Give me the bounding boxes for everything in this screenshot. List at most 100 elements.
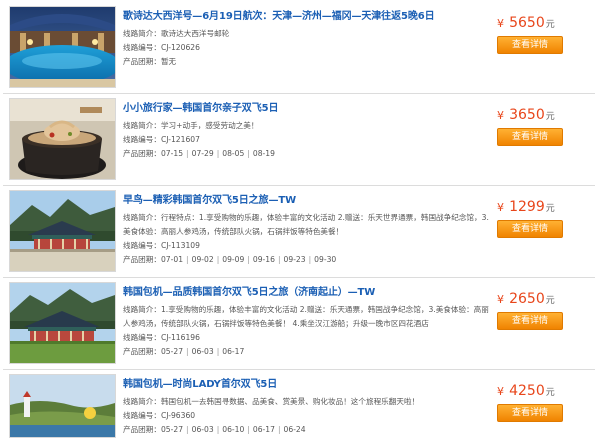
tour-info: 早鸟—精彩韩国首尔双飞5日之旅—TW 线路简介：行程特点：1.享受购物的乐趣，体… bbox=[123, 194, 493, 267]
tour-title-link[interactable]: 早鸟—精彩韩国首尔双飞5日之旅—TW bbox=[123, 194, 493, 208]
view-details-button[interactable]: 查看详情 bbox=[497, 128, 563, 146]
date-item: 07-15 bbox=[160, 149, 184, 158]
date-item: 09-23 bbox=[283, 255, 306, 264]
date-item: 06-03 bbox=[191, 425, 214, 434]
tour-code: CJ-120626 bbox=[160, 43, 200, 52]
date-item: 09-16 bbox=[252, 255, 275, 264]
intro-label: 线路简介： bbox=[123, 121, 161, 130]
tour-code-row: 线路编号：CJ-96360 bbox=[123, 409, 493, 423]
tour-meta: 线路简介：韩国包机一去韩国寻数据、品美食、赏美景、购化妆品！这个旅程乐翻天啦！ … bbox=[123, 395, 493, 437]
date-item: 06-03 bbox=[191, 347, 214, 356]
date-separator: | bbox=[247, 425, 250, 434]
tour-title-link[interactable]: 韩国包机—时尚LADY首尔双飞5日 bbox=[123, 378, 493, 392]
dates-label: 产品团期： bbox=[123, 425, 161, 434]
date-item: 05-27 bbox=[160, 425, 184, 434]
price-value: 4250 bbox=[509, 383, 545, 399]
price-unit: 元 bbox=[545, 204, 555, 214]
date-separator: | bbox=[216, 347, 220, 356]
date-item: 暂无 bbox=[160, 57, 177, 66]
tour-meta: 线路简介：1.享受购物的乐趣，体验丰富的文化活动 2.赠送：乐天通票，韩国战争纪… bbox=[123, 303, 493, 359]
price-value: 3650 bbox=[509, 107, 545, 123]
price-panel: ¥ 3650元 查看详情 bbox=[497, 106, 571, 146]
date-item: 05-27 bbox=[160, 347, 184, 356]
tour-intro: 韩国包机一去韩国寻数据、品美食、赏美景、购化妆品！这个旅程乐翻天啦！ bbox=[160, 397, 420, 406]
tour-code-row: 线路编号：CJ-120626 bbox=[123, 41, 493, 55]
date-item: 08-19 bbox=[252, 149, 275, 158]
tour-dates-row: 产品团期：07-01 | 09-02 | 09-09 | 09-16 | 09-23 | 09-30 bbox=[123, 253, 493, 267]
tour-intro: 学习+动手，感受劳动之美！ bbox=[160, 121, 259, 130]
tour-meta: 线路简介：行程特点：1.享受购物的乐趣，体验丰富的文化活动 2.赠送：乐天世界通… bbox=[123, 211, 493, 267]
date-item: 09-09 bbox=[222, 255, 245, 264]
price-value: 5650 bbox=[509, 15, 545, 31]
view-details-button[interactable]: 查看详情 bbox=[497, 36, 563, 54]
tour-dates: 05-27 | 06-03 | 06-17 bbox=[161, 347, 244, 356]
list-item: 歌诗达大西洋号—6月19日航次：天津—济州—福冈—天津往返5晚6日 线路简介：歌… bbox=[3, 2, 595, 94]
price-panel: ¥ 1299元 查看详情 bbox=[497, 198, 571, 238]
tour-info: 小小旅行家—韩国首尔亲子双飞5日 线路简介：学习+动手，感受劳动之美！ 线路编号… bbox=[123, 102, 493, 161]
tour-thumbnail[interactable] bbox=[9, 98, 116, 180]
date-item: 07-29 bbox=[191, 149, 214, 158]
dates-label: 产品团期： bbox=[123, 255, 161, 264]
date-separator: | bbox=[186, 347, 189, 356]
tour-dates: 07-15 | 07-29 | 08-05 | 08-19 bbox=[161, 149, 275, 158]
date-separator: | bbox=[247, 149, 250, 158]
tour-intro-row: 线路简介：韩国包机一去韩国寻数据、品美食、赏美景、购化妆品！这个旅程乐翻天啦！ bbox=[123, 395, 493, 409]
tour-dates: 05-27 | 06-03 | 06-10 | 06-17 | 06-24 bbox=[161, 425, 306, 434]
price-value: 1299 bbox=[509, 199, 545, 215]
list-item: 早鸟—精彩韩国首尔双飞5日之旅—TW 线路简介：行程特点：1.享受购物的乐趣，体… bbox=[3, 186, 595, 278]
currency-symbol: ¥ bbox=[497, 109, 504, 122]
view-details-button[interactable]: 查看详情 bbox=[497, 404, 563, 422]
date-item: 06-17 bbox=[252, 425, 275, 434]
date-separator: | bbox=[308, 255, 312, 264]
list-item: 韩国包机—时尚LADY首尔双飞5日 线路简介：韩国包机一去韩国寻数据、品美食、赏… bbox=[3, 370, 595, 438]
price-unit: 元 bbox=[545, 388, 555, 398]
tour-title-link[interactable]: 韩国包机—品质韩国首尔双飞5日之旅（济南起止）—TW bbox=[123, 286, 493, 300]
date-separator: | bbox=[216, 425, 220, 434]
view-details-button[interactable]: 查看详情 bbox=[497, 312, 563, 330]
tour-thumbnail[interactable] bbox=[9, 282, 116, 364]
date-item: 06-10 bbox=[222, 425, 245, 434]
tour-meta: 线路简介：学习+动手，感受劳动之美！ 线路编号：CJ-121607 产品团期：0… bbox=[123, 119, 493, 161]
tour-info: 韩国包机—品质韩国首尔双飞5日之旅（济南起止）—TW 线路简介：1.享受购物的乐… bbox=[123, 286, 493, 359]
tour-dates: 暂无 bbox=[161, 57, 176, 66]
date-item: 06-24 bbox=[283, 425, 306, 434]
currency-symbol: ¥ bbox=[497, 17, 504, 30]
dates-label: 产品团期： bbox=[123, 347, 161, 356]
date-separator: | bbox=[186, 149, 189, 158]
code-label: 线路编号： bbox=[123, 43, 161, 52]
tour-title-link[interactable]: 小小旅行家—韩国首尔亲子双飞5日 bbox=[123, 102, 493, 116]
date-item: 09-30 bbox=[314, 255, 337, 264]
dates-label: 产品团期： bbox=[123, 149, 161, 158]
tour-dates-row: 产品团期：05-27 | 06-03 | 06-10 | 06-17 | 06-24 bbox=[123, 423, 493, 437]
tour-thumbnail[interactable] bbox=[9, 374, 116, 438]
date-separator: | bbox=[277, 425, 281, 434]
tour-code: CJ-116196 bbox=[160, 333, 200, 342]
tour-code-row: 线路编号：CJ-113109 bbox=[123, 239, 493, 253]
tour-code: CJ-96360 bbox=[160, 411, 196, 420]
price: ¥ 5650元 bbox=[497, 14, 571, 31]
tour-dates-row: 产品团期：05-27 | 06-03 | 06-17 bbox=[123, 345, 493, 359]
currency-symbol: ¥ bbox=[497, 385, 504, 398]
price: ¥ 1299元 bbox=[497, 198, 571, 215]
tour-intro-row: 线路简介：行程特点：1.享受购物的乐趣，体验丰富的文化活动 2.赠送：乐天世界通… bbox=[123, 211, 493, 239]
price-unit: 元 bbox=[545, 112, 555, 122]
view-details-button[interactable]: 查看详情 bbox=[497, 220, 563, 238]
tour-dates-row: 产品团期：07-15 | 07-29 | 08-05 | 08-19 bbox=[123, 147, 493, 161]
date-separator: | bbox=[186, 425, 189, 434]
date-item: 09-02 bbox=[191, 255, 214, 264]
intro-label: 线路简介： bbox=[123, 397, 161, 406]
tour-title-link[interactable]: 歌诗达大西洋号—6月19日航次：天津—济州—福冈—天津往返5晚6日 bbox=[123, 10, 493, 24]
tour-list: 歌诗达大西洋号—6月19日航次：天津—济州—福冈—天津往返5晚6日 线路简介：歌… bbox=[3, 2, 595, 438]
intro-label: 线路简介： bbox=[123, 305, 161, 314]
price-unit: 元 bbox=[545, 296, 555, 306]
currency-symbol: ¥ bbox=[497, 201, 504, 214]
price-panel: ¥ 2650元 查看详情 bbox=[497, 290, 571, 330]
date-item: 06-17 bbox=[222, 347, 245, 356]
tour-thumbnail[interactable] bbox=[9, 6, 116, 88]
code-label: 线路编号： bbox=[123, 135, 161, 144]
price-panel: ¥ 4250元 查看详情 bbox=[497, 382, 571, 422]
tour-thumbnail[interactable] bbox=[9, 190, 116, 272]
tour-intro-row: 线路简介：歌诗达大西洋号邮轮 bbox=[123, 27, 493, 41]
price-value: 2650 bbox=[509, 291, 545, 307]
tour-code-row: 线路编号：CJ-121607 bbox=[123, 133, 493, 147]
